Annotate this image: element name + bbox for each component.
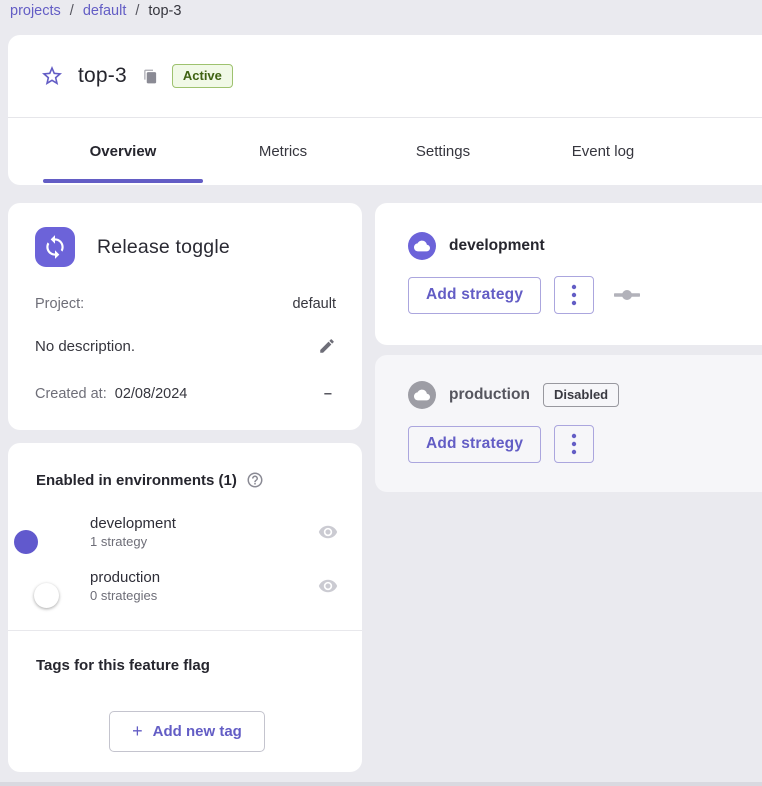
flag-type-label: Release toggle: [97, 236, 230, 259]
env-name: development: [90, 515, 176, 532]
description-text: No description.: [35, 338, 135, 355]
tags-section: Tags for this feature flag + Add new tag: [8, 631, 362, 752]
feature-header-card: top-3 Active Overview Metrics Settings E…: [8, 35, 762, 185]
bottom-divider: [0, 782, 762, 786]
breadcrumb-default[interactable]: default: [83, 3, 127, 19]
strategy-marker-icon: [614, 289, 640, 301]
environments-card: Enabled in environments (1) development …: [8, 443, 362, 772]
add-strategy-button[interactable]: Add strategy: [408, 426, 541, 463]
cloud-icon: [408, 381, 436, 409]
flag-details-card: Release toggle Project: default No descr…: [8, 203, 362, 430]
development-accordion-header[interactable]: development: [408, 203, 762, 260]
breadcrumb-projects[interactable]: projects: [10, 3, 61, 19]
production-accordion-header[interactable]: production Disabled: [408, 355, 762, 409]
release-toggle-icon: [35, 227, 75, 267]
breadcrumb-separator: /: [135, 3, 139, 19]
breadcrumb-current: top-3: [148, 3, 181, 19]
tags-title: Tags for this feature flag: [36, 657, 338, 674]
env-row-development: development 1 strategy: [36, 515, 338, 549]
environment-panel-name: production: [449, 386, 530, 404]
tab-overview[interactable]: Overview: [43, 118, 203, 184]
active-tab-indicator: [43, 179, 203, 183]
tab-metrics[interactable]: Metrics: [203, 118, 363, 184]
more-actions-kebab-button[interactable]: [554, 276, 594, 314]
add-new-tag-label: Add new tag: [153, 723, 242, 740]
copy-name-icon[interactable]: [143, 69, 158, 84]
project-label: Project:: [35, 296, 84, 312]
created-at-value: 02/08/2024: [115, 386, 188, 402]
status-badge: Active: [172, 64, 233, 88]
env-strategy-count: 1 strategy: [90, 534, 176, 549]
production-environment-panel: production Disabled Add strategy: [375, 355, 762, 492]
add-strategy-button[interactable]: Add strategy: [408, 277, 541, 314]
edit-description-icon[interactable]: [318, 337, 336, 355]
breadcrumb: projects / default / top-3: [10, 3, 181, 19]
tab-settings[interactable]: Settings: [363, 118, 523, 184]
help-icon[interactable]: [246, 471, 264, 489]
favorite-star-icon[interactable]: [40, 64, 64, 88]
development-environment-panel: development Add strategy: [375, 203, 762, 345]
visibility-eye-icon[interactable]: [318, 522, 338, 542]
env-strategy-count: 0 strategies: [90, 588, 160, 603]
visibility-eye-icon[interactable]: [318, 576, 338, 596]
plus-icon: +: [132, 721, 143, 742]
tab-event-log[interactable]: Event log: [523, 118, 683, 184]
environment-panel-name: development: [449, 237, 545, 255]
environments-title: Enabled in environments (1): [36, 472, 237, 489]
add-new-tag-button[interactable]: + Add new tag: [109, 711, 265, 752]
tab-bar: Overview Metrics Settings Event log: [8, 118, 762, 184]
disabled-badge: Disabled: [543, 383, 619, 407]
breadcrumb-separator: /: [70, 3, 74, 19]
project-value: default: [292, 296, 336, 312]
created-at-label: Created at:: [35, 386, 107, 402]
feature-title-row: top-3 Active: [8, 35, 762, 118]
env-row-production: production 0 strategies: [36, 569, 338, 603]
cloud-icon: [408, 232, 436, 260]
env-name: production: [90, 569, 160, 586]
page-title: top-3: [78, 64, 127, 88]
more-actions-kebab-button[interactable]: [554, 425, 594, 463]
expiry-placeholder: –: [324, 386, 336, 402]
